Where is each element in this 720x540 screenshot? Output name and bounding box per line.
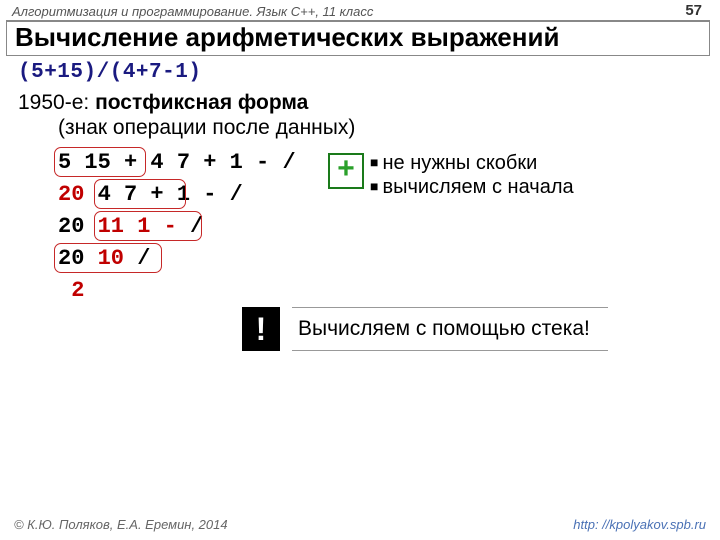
footer-url: http: //kpolyakov.spb.ru <box>573 517 706 532</box>
step-5: 2 <box>18 275 704 307</box>
footer-copyright: © К.Ю. Поляков, Е.А. Еремин, 2014 <box>14 517 228 532</box>
intro-sub: (знак операции после данных) <box>18 115 704 141</box>
plus-icon: + <box>328 153 364 189</box>
step-1-group: 5 15 + <box>58 150 137 175</box>
course-label: Алгоритмизация и программирование. Язык … <box>12 4 373 19</box>
bullet-1: ■не нужны скобки <box>370 151 574 175</box>
bullet-2: ■вычисляем с начала <box>370 175 574 199</box>
page-number: 57 <box>685 2 702 19</box>
step-3-prev: 20 <box>58 214 84 239</box>
advantages-list: ■не нужны скобки ■вычисляем с начала <box>370 151 574 199</box>
step-4-group: 10 <box>84 246 137 271</box>
note-box: ! Вычисляем с помощью стека! <box>242 307 608 351</box>
exclamation-icon: ! <box>242 307 280 351</box>
page-title: Вычисление арифметических выражений <box>15 22 701 53</box>
step-2-group: 4 7 + <box>84 182 176 207</box>
step-5-result: 2 <box>58 278 84 303</box>
bullet-2-text: вычисляем с начала <box>382 176 573 198</box>
step-4-prev: 20 <box>58 246 84 271</box>
intro-year: 1950-е: <box>18 91 95 114</box>
step-4: 20 10 / <box>18 243 704 275</box>
step-3-group: 11 1 - <box>84 214 190 239</box>
bullet-icon: ■ <box>370 178 382 194</box>
note-text: Вычисляем с помощью стека! <box>298 317 590 340</box>
step-2-result: 20 <box>58 182 84 207</box>
intro-line: 1950-е: постфиксная форма <box>18 90 704 116</box>
expression: (5+15)/(4+7-1) <box>18 60 704 86</box>
advantages: + ■не нужны скобки ■вычисляем с начала <box>328 151 574 199</box>
header: Алгоритмизация и программирование. Язык … <box>0 0 720 19</box>
intro-term: постфиксная форма <box>95 91 308 114</box>
postfix-steps: 5 15 + 4 7 + 1 - / 20 4 7 + 1 - / 20 11 … <box>18 147 704 307</box>
footer: © К.Ю. Поляков, Е.А. Еремин, 2014 http: … <box>0 517 720 532</box>
step-1-rest: 4 7 + 1 - / <box>137 150 295 175</box>
step-2-rest: 1 - / <box>177 182 243 207</box>
bullet-icon: ■ <box>370 154 382 170</box>
bullet-1-text: не нужны скобки <box>382 152 537 174</box>
step-4-rest: / <box>137 246 150 271</box>
step-3: 20 11 1 - / <box>18 211 704 243</box>
note-text-wrap: Вычисляем с помощью стека! <box>292 307 608 351</box>
title-box: Вычисление арифметических выражений <box>6 20 710 56</box>
step-3-rest: / <box>190 214 203 239</box>
content: (5+15)/(4+7-1) 1950-е: постфиксная форма… <box>0 56 720 307</box>
